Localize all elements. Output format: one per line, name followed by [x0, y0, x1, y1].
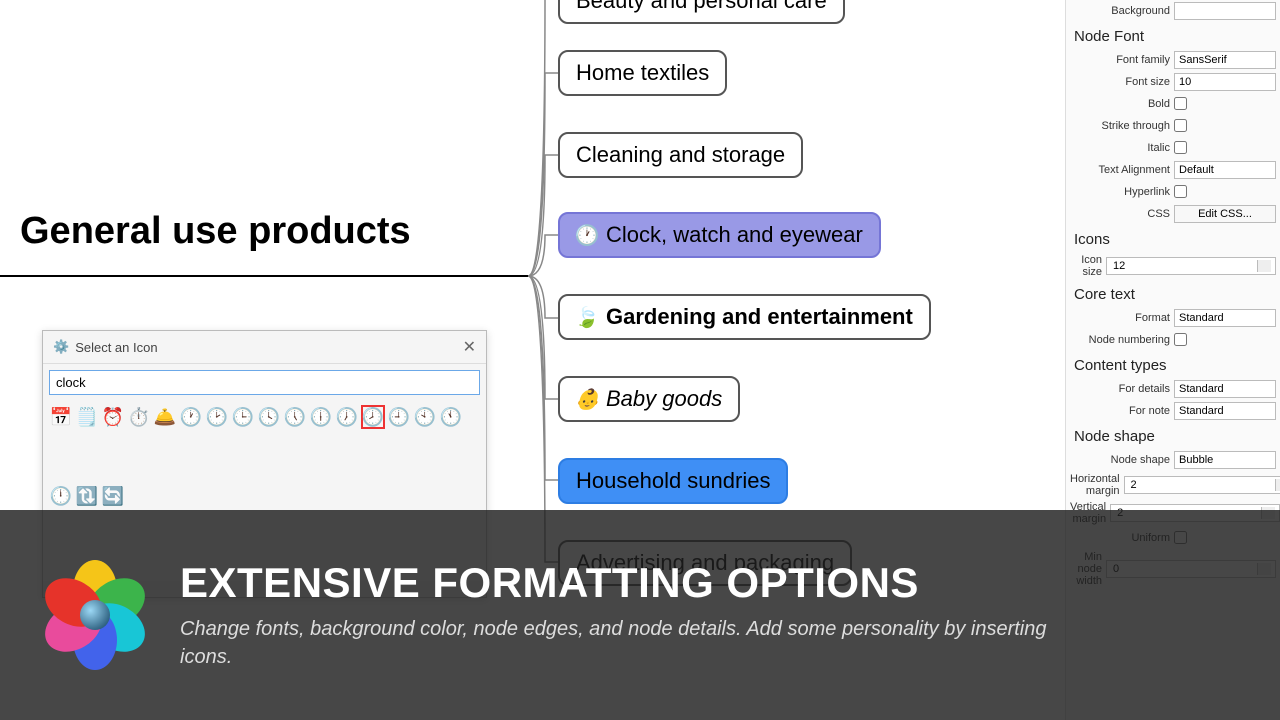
icon-option[interactable]: 🔃: [75, 484, 99, 508]
icon-option[interactable]: ⏰: [101, 405, 125, 429]
node-label: Cleaning and storage: [576, 142, 785, 168]
dialog-title: Select an Icon: [75, 340, 462, 355]
mindmap-node[interactable]: Household sundries: [558, 458, 788, 504]
node-label: Beauty and personal care: [576, 0, 827, 14]
font-size-input[interactable]: [1174, 73, 1276, 91]
icon-option[interactable]: 🕗: [361, 405, 385, 429]
icon-option[interactable]: 🛎️: [153, 405, 177, 429]
app-logo-icon: [40, 560, 150, 670]
icon-size-spinner[interactable]: [1106, 257, 1276, 275]
background-label: Background: [1070, 5, 1170, 17]
node-icon: 🕐: [576, 224, 598, 246]
mindmap-node[interactable]: Beauty and personal care: [558, 0, 845, 24]
icon-option[interactable]: 🕕: [309, 405, 333, 429]
numbering-checkbox[interactable]: [1174, 333, 1187, 346]
icon-option[interactable]: 🕙: [413, 405, 437, 429]
icon-option[interactable]: 🕛: [49, 484, 73, 508]
icon-option[interactable]: 🕑: [205, 405, 229, 429]
icon-option[interactable]: 🕔: [283, 405, 307, 429]
icon-option[interactable]: ⏱️: [127, 405, 151, 429]
icon-option[interactable]: 🕒: [231, 405, 255, 429]
shape-label: Node shape: [1070, 454, 1170, 466]
mindmap-node[interactable]: 🍃 Gardening and entertainment: [558, 294, 931, 340]
promo-overlay: EXTENSIVE FORMATTING OPTIONS Change font…: [0, 510, 1280, 720]
hyperlink-label: Hyperlink: [1070, 186, 1170, 198]
font-family-label: Font family: [1070, 54, 1170, 66]
strike-checkbox[interactable]: [1174, 119, 1187, 132]
align-select[interactable]: [1174, 161, 1276, 179]
bold-checkbox[interactable]: [1174, 97, 1187, 110]
font-size-label: Font size: [1070, 76, 1170, 88]
hmargin-spinner[interactable]: [1124, 476, 1280, 494]
align-label: Text Alignment: [1070, 164, 1170, 176]
details-label: For details: [1070, 383, 1170, 395]
css-label: CSS: [1070, 208, 1170, 220]
icon-option[interactable]: 📅: [49, 405, 73, 429]
strike-label: Strike through: [1070, 120, 1170, 132]
mindmap-node[interactable]: Cleaning and storage: [558, 132, 803, 178]
mindmap-node[interactable]: Home textiles: [558, 50, 727, 96]
section-content-types: Content types: [1066, 351, 1280, 378]
icon-option[interactable]: 🕚: [439, 405, 463, 429]
hmargin-label: Horizontal margin: [1070, 473, 1120, 497]
shape-select[interactable]: [1174, 451, 1276, 469]
root-node[interactable]: General use products: [20, 210, 411, 253]
section-node-shape: Node shape: [1066, 422, 1280, 449]
node-label: Household sundries: [576, 468, 770, 494]
bold-label: Bold: [1070, 98, 1170, 110]
italic-label: Italic: [1070, 142, 1170, 154]
italic-checkbox[interactable]: [1174, 141, 1187, 154]
font-family-select[interactable]: [1174, 51, 1276, 69]
node-label: Gardening and entertainment: [606, 304, 913, 330]
background-input[interactable]: [1174, 2, 1276, 20]
overlay-title: EXTENSIVE FORMATTING OPTIONS: [180, 559, 1240, 607]
details-select[interactable]: [1174, 380, 1276, 398]
close-icon[interactable]: ✕: [463, 337, 476, 357]
note-label: For note: [1070, 405, 1170, 417]
section-node-font: Node Font: [1066, 22, 1280, 49]
mindmap-node[interactable]: 👶 Baby goods: [558, 376, 740, 422]
root-underline: [0, 275, 530, 277]
node-icon: 👶: [576, 388, 598, 410]
dialog-icon: ⚙️: [53, 339, 69, 355]
overlay-subtitle: Change fonts, background color, node edg…: [180, 615, 1080, 671]
format-select[interactable]: [1174, 309, 1276, 327]
icon-size-label: Icon size: [1070, 254, 1102, 278]
section-icons: Icons: [1066, 225, 1280, 252]
icon-search-input[interactable]: [49, 370, 480, 395]
icon-option[interactable]: 🕖: [335, 405, 359, 429]
format-label: Format: [1070, 312, 1170, 324]
icon-option[interactable]: 🔄: [101, 484, 125, 508]
edit-css-button[interactable]: Edit CSS...: [1174, 205, 1276, 223]
node-label: Home textiles: [576, 60, 709, 86]
section-core-text: Core text: [1066, 280, 1280, 307]
icon-option[interactable]: 🗒️: [75, 405, 99, 429]
node-label: Baby goods: [606, 386, 722, 412]
hyperlink-checkbox[interactable]: [1174, 185, 1187, 198]
icon-option[interactable]: 🕘: [387, 405, 411, 429]
node-icon: 🍃: [576, 306, 598, 328]
mindmap-node[interactable]: 🕐 Clock, watch and eyewear: [558, 212, 881, 258]
icon-option[interactable]: 🕐: [179, 405, 203, 429]
note-select[interactable]: [1174, 402, 1276, 420]
icon-option[interactable]: 🕓: [257, 405, 281, 429]
numbering-label: Node numbering: [1070, 334, 1170, 346]
node-label: Clock, watch and eyewear: [606, 222, 863, 248]
